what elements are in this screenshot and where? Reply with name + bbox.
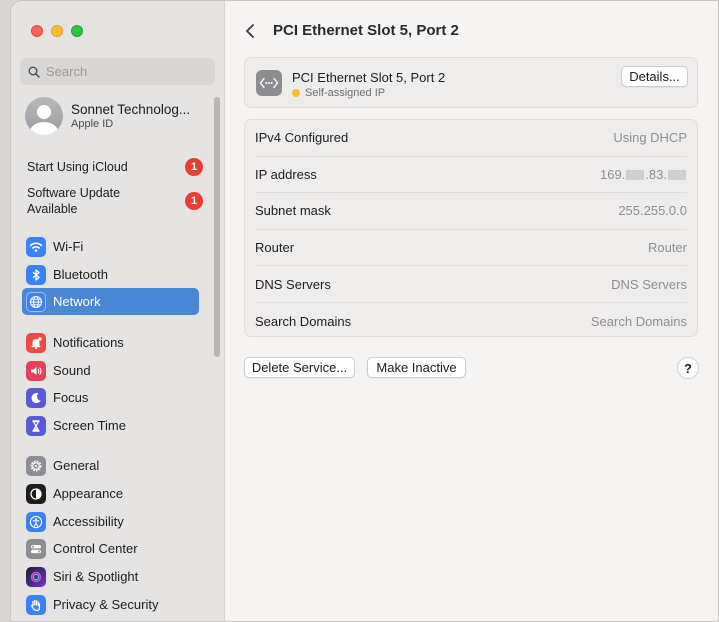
globe-icon [26,291,46,312]
sidebar-item-privacy-security[interactable]: Privacy & Security [22,591,199,618]
speaker-icon [26,360,46,381]
notice-software-update-label: Software Update Available [27,186,121,216]
search-input[interactable] [46,64,206,79]
sidebar-item-general[interactable]: General [22,452,199,479]
sidebar-scrollbar[interactable] [214,97,220,357]
search-domains-label: Search Domains [255,313,352,329]
redacted-octet [668,170,686,181]
redacted-octet [626,170,645,181]
hourglass-icon [26,415,46,436]
sidebar-item-label: Privacy & Security [53,597,159,612]
accessibility-icon [26,511,46,532]
siri-icon [26,566,46,587]
service-name: PCI Ethernet Slot 5, Port 2 [292,70,446,85]
ip-address-label: IP address [255,166,317,182]
router-value: Router [647,240,687,256]
account-subtitle: Apple ID [71,118,114,130]
notice-software-update-badge: 1 [185,192,203,210]
wifi-icon [26,236,46,257]
ethernet-icon [256,70,282,96]
sidebar-item-sound[interactable]: Sound [22,357,199,384]
window-controls [31,25,83,37]
sidebar-item-label: Control Center [53,541,138,556]
account-name: Sonnet Technolog... [71,102,191,117]
detail-row-router: Router Router [255,230,687,267]
bell-icon [26,332,46,353]
help-button[interactable]: ? [677,357,699,379]
sidebar-item-network[interactable]: Network [22,288,199,315]
router-label: Router [255,240,295,256]
sidebar-item-control-center[interactable]: Control Center [22,535,199,562]
sidebar-item-label: Appearance [53,486,124,501]
ip-address-value: 169. .83. [600,167,687,182]
sidebar-item-label: Sound [53,363,91,378]
sidebar-item-label: Screen Time [53,418,126,433]
search-field[interactable] [20,58,215,85]
minimize-button[interactable] [51,25,63,37]
sidebar-item-label: Focus [53,390,89,405]
sidebar-item-label: Wi-Fi [53,239,84,254]
avatar [25,97,63,135]
notice-software-update[interactable]: Software Update Available [27,185,147,217]
sidebar-item-screen-time[interactable]: Screen Time [22,412,199,439]
sidebar-item-label: General [53,458,100,473]
control-center-icon [26,538,46,559]
sidebar: Sonnet Technolog... Apple ID Start Using… [11,1,225,621]
detail-row-search-domains: Search Domains Search Domains [255,303,687,340]
chevron-left-icon [246,24,254,38]
network-detail-pane: PCI Ethernet Slot 5, Port 2 PCI Ethernet… [225,1,718,621]
search-icon [28,66,40,78]
close-button[interactable] [31,25,43,37]
sidebar-item-wifi[interactable]: Wi-Fi [22,233,199,260]
status-dot [292,89,300,97]
sidebar-item-label: Siri & Spotlight [53,569,139,584]
gear-icon [26,455,46,476]
hand-icon [26,594,46,615]
settings-window: Sonnet Technolog... Apple ID Start Using… [10,0,719,622]
delete-service-button[interactable]: Delete Service... [244,357,355,378]
notice-icloud-badge: 1 [185,158,203,176]
search-domains-value: Search Domains [590,313,687,329]
dns-label: DNS Servers [255,276,331,292]
detail-row-ipv4: IPv4 Configured Using DHCP [255,120,687,157]
ip-details-card: IPv4 Configured Using DHCP IP address 16… [244,119,698,337]
apple-id-account[interactable]: Sonnet Technolog... Apple ID [25,97,190,135]
notice-icloud[interactable]: Start Using iCloud [27,159,177,175]
detail-row-dns: DNS Servers DNS Servers [255,266,687,303]
service-status-label: Self-assigned IP [305,87,386,99]
sidebar-item-bluetooth[interactable]: Bluetooth [22,261,199,288]
back-button[interactable] [245,21,261,41]
ipv4-label: IPv4 Configured [255,130,349,146]
details-button[interactable]: Details... [621,66,688,87]
notice-icloud-label: Start Using iCloud [27,160,128,174]
make-inactive-button[interactable]: Make Inactive [367,357,466,378]
sidebar-item-label: Network [53,294,101,309]
zoom-button[interactable] [71,25,83,37]
page-title: PCI Ethernet Slot 5, Port 2 [273,22,459,39]
service-status: Self-assigned IP [292,87,385,99]
sidebar-item-label: Bluetooth [53,267,108,282]
detail-row-ip-address: IP address 169. .83. [255,157,687,194]
moon-icon [26,387,46,408]
ipv4-value: Using DHCP [613,130,687,146]
sidebar-item-label: Notifications [53,335,124,350]
detail-row-subnet: Subnet mask 255.255.0.0 [255,193,687,230]
sidebar-item-appearance[interactable]: Appearance [22,480,199,507]
sidebar-item-accessibility[interactable]: Accessibility [22,508,199,535]
dns-value: DNS Servers [611,276,687,292]
service-summary-card: PCI Ethernet Slot 5, Port 2 Self-assigne… [244,57,698,108]
sidebar-item-siri-spotlight[interactable]: Siri & Spotlight [22,563,199,590]
subnet-label: Subnet mask [255,203,331,219]
sidebar-item-notifications[interactable]: Notifications [22,329,199,356]
bluetooth-icon [26,264,46,285]
appearance-icon [26,483,46,504]
subnet-value: 255.255.0.0 [618,203,687,219]
sidebar-item-label: Accessibility [53,514,124,529]
sidebar-item-focus[interactable]: Focus [22,384,199,411]
